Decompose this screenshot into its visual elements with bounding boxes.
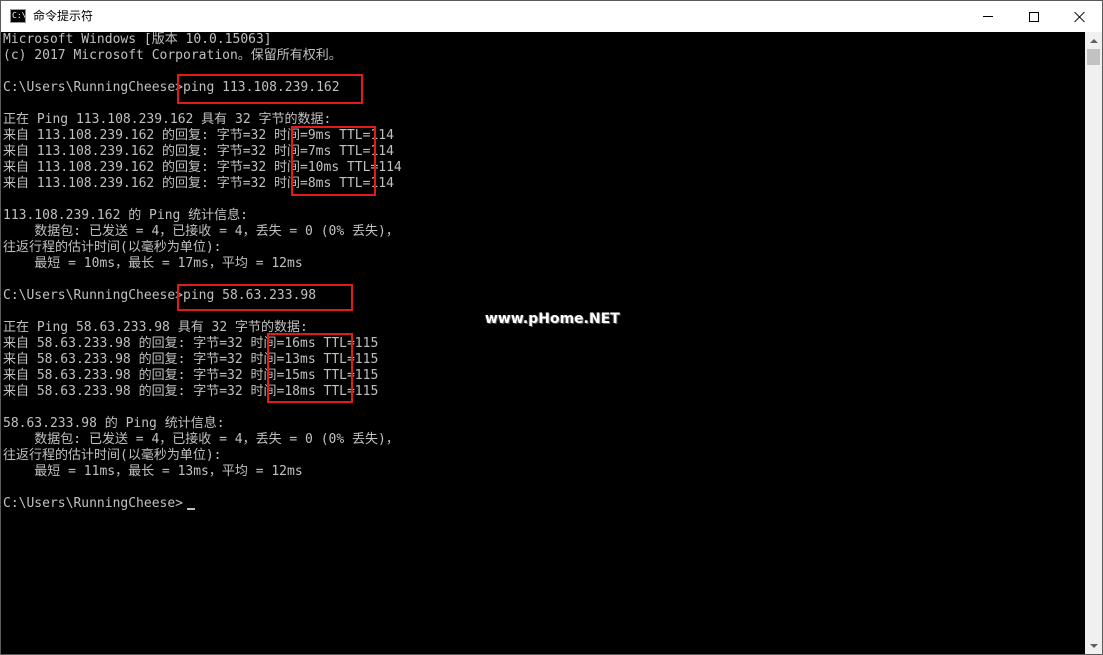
watermark: www.pHome.NET — [485, 311, 620, 327]
arrow-down-icon — [1089, 643, 1098, 648]
cmd-window: C:\ 命令提示符 Microsoft Windows [版本 10.0.150… — [0, 0, 1103, 655]
text-cursor — [187, 508, 195, 510]
highlight-command-2 — [177, 284, 353, 311]
console-line: 58.63.233.98 的 Ping 统计信息: — [3, 416, 225, 431]
maximize-button[interactable] — [1011, 1, 1057, 32]
maximize-icon — [1029, 11, 1039, 22]
minimize-icon — [983, 16, 993, 17]
console-line: 113.108.239.162 的 Ping 统计信息: — [3, 208, 249, 223]
highlight-times-2 — [267, 333, 353, 403]
cmd-app-icon[interactable]: C:\ — [10, 9, 26, 23]
highlight-command-1 — [177, 74, 363, 104]
console-line: 最短 = 11ms，最长 = 13ms，平均 = 12ms — [3, 464, 303, 479]
close-icon — [1074, 11, 1086, 23]
console-line: 数据包: 已发送 = 4，已接收 = 4，丢失 = 0 (0% 丢失)， — [3, 432, 399, 447]
title-bar[interactable]: C:\ 命令提示符 — [1, 1, 1102, 32]
arrow-up-icon — [1089, 38, 1098, 43]
console-line: 正在 Ping 113.108.239.162 具有 32 字节的数据: — [3, 112, 332, 127]
console-prompt-line: C:\Users\RunningCheese> — [3, 496, 184, 511]
console-line: 最短 = 10ms，最长 = 17ms，平均 = 12ms — [3, 256, 303, 271]
console-line: Microsoft Windows [版本 10.0.15063] — [3, 32, 272, 47]
scroll-up-button[interactable] — [1085, 32, 1102, 49]
scrollbar-thumb[interactable] — [1087, 49, 1100, 65]
console-line: 往返行程的估计时间(以毫秒为单位): — [3, 448, 222, 463]
console-line: 数据包: 已发送 = 4，已接收 = 4，丢失 = 0 (0% 丢失)， — [3, 224, 399, 239]
console-line: 往返行程的估计时间(以毫秒为单位): — [3, 240, 222, 255]
minimize-button[interactable] — [965, 1, 1011, 32]
close-button[interactable] — [1057, 1, 1102, 32]
vertical-scrollbar[interactable] — [1085, 32, 1102, 654]
console-line: (c) 2017 Microsoft Corporation。保留所有权利。 — [3, 48, 342, 63]
console-output[interactable]: Microsoft Windows [版本 10.0.15063] (c) 20… — [1, 32, 1085, 654]
window-title: 命令提示符 — [33, 9, 94, 23]
console-line: 正在 Ping 58.63.233.98 具有 32 字节的数据: — [3, 320, 308, 335]
highlight-times-1 — [291, 126, 376, 196]
scroll-down-button[interactable] — [1085, 637, 1102, 654]
